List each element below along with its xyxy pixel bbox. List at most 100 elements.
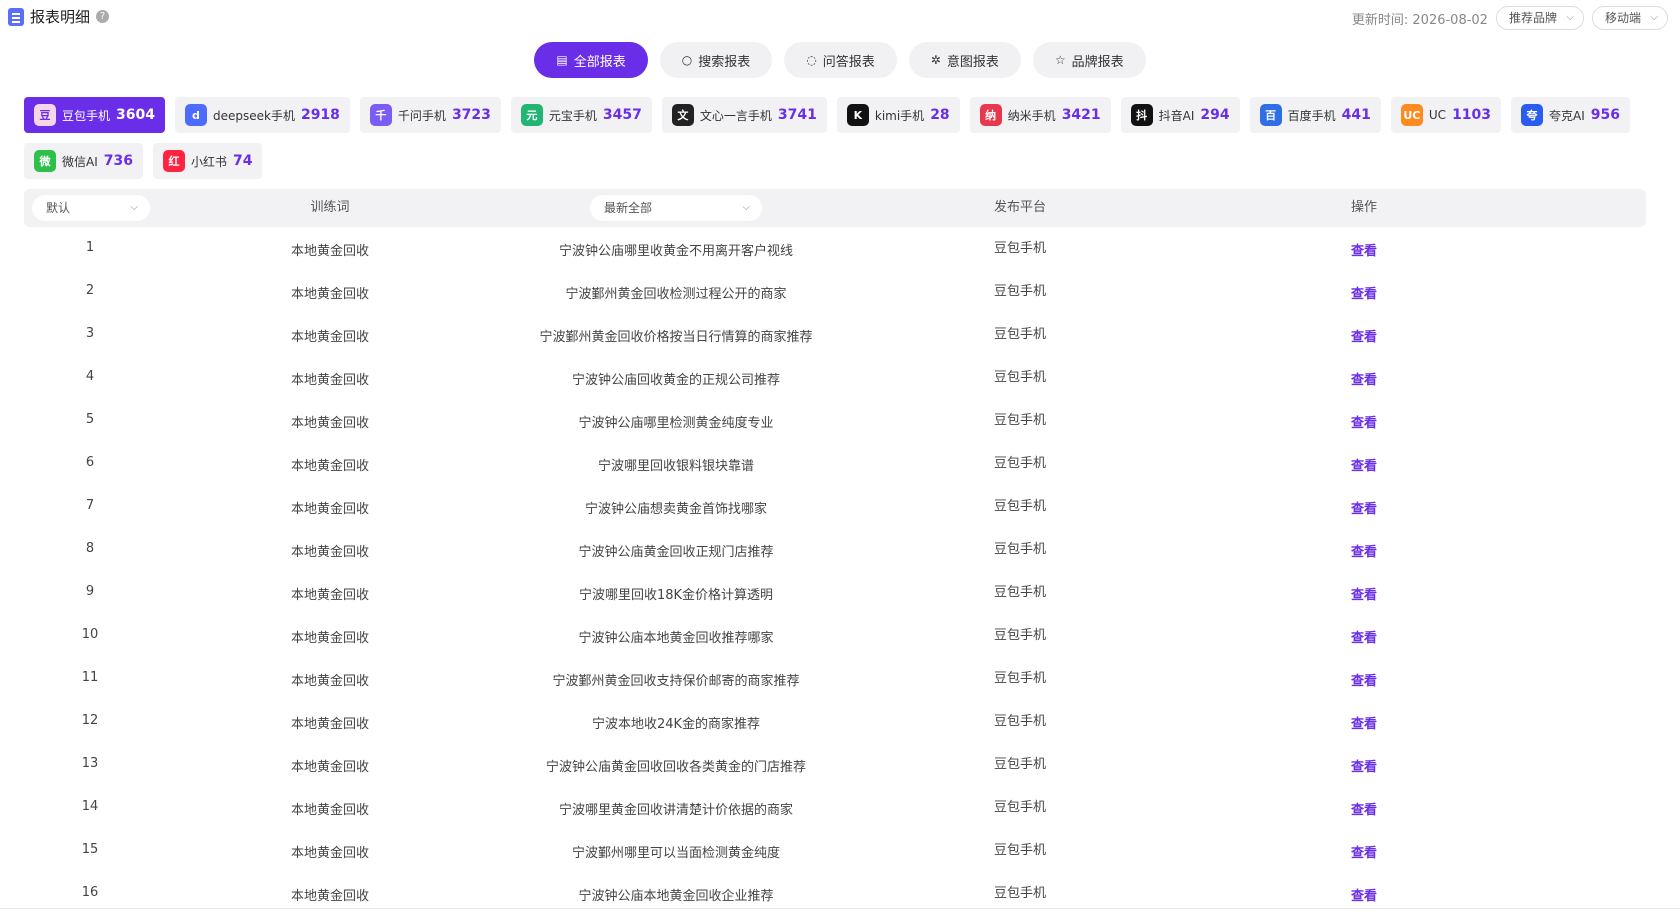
report-doc-icon [8, 7, 24, 26]
question-filter-select[interactable]: 最新全部 ⌵ [590, 195, 762, 221]
platform-chip[interactable]: 夸夸克AI 956 [1511, 97, 1631, 133]
platform-name: 千问手机 [397, 108, 446, 123]
view-link[interactable]: 查看 [1351, 240, 1377, 259]
sort-select[interactable]: 默认 ⌵ [32, 195, 150, 221]
row-platform: 豆包手机 [993, 714, 1047, 729]
row-question: 宁波本地收24K金的商家推荐 [591, 717, 761, 732]
table-row: 6 本地黄金回收 宁波哪里回收银料银块靠谱 豆包手机 查看 [24, 442, 1646, 485]
tab-label: 品牌报表 [1071, 54, 1124, 70]
view-link[interactable]: 查看 [1351, 326, 1377, 345]
search-icon: ○ [681, 53, 693, 67]
platform-logo-icon: K [846, 104, 869, 126]
row-question: 宁波钟公庙本地黄金回收企业推荐 [578, 889, 774, 904]
view-link[interactable]: 查看 [1351, 756, 1377, 775]
view-link[interactable]: 查看 [1351, 713, 1377, 732]
row-question: 宁波钟公庙黄金回收正规门店推荐 [578, 545, 774, 560]
platform-count: 2918 [300, 107, 340, 123]
platform-chip[interactable]: 千千问手机 3723 [359, 97, 501, 133]
view-link[interactable]: 查看 [1351, 670, 1377, 689]
view-link[interactable]: 查看 [1351, 369, 1377, 388]
view-link[interactable]: 查看 [1351, 455, 1377, 474]
tab-star[interactable]: ☆ 品牌报表 [1032, 42, 1146, 78]
platform-count: 3741 [777, 107, 817, 123]
row-platform: 豆包手机 [993, 671, 1047, 686]
row-platform: 豆包手机 [993, 628, 1047, 643]
table-row: 4 本地黄金回收 宁波钟公庙回收黄金的正规公司推荐 豆包手机 查看 [24, 356, 1646, 399]
platform-logo-icon: 豆 [34, 104, 56, 126]
tab-sparkle[interactable]: ✲ 意图报表 [908, 42, 1021, 78]
brand-select[interactable]: 推荐品牌 ⌵ [1495, 6, 1584, 30]
platform-chip[interactable]: 微微信AI 736 [24, 143, 143, 179]
platform-count: 1103 [1452, 107, 1492, 123]
tab-doc[interactable]: ▤ 全部报表 [534, 42, 648, 78]
view-link[interactable]: 查看 [1351, 799, 1377, 818]
platform-filter: 豆豆包手机 3604 d deepseek手机 2918 千千问手机 3723 元元宝手机 34… [24, 97, 1644, 179]
row-platform: 豆包手机 [993, 370, 1047, 385]
platform-count: 74 [233, 153, 253, 169]
platform-count: 3421 [1061, 107, 1101, 123]
chevron-down-icon: ⌵ [742, 202, 750, 213]
platform-logo-icon: 元 [520, 104, 543, 126]
view-link[interactable]: 查看 [1351, 842, 1377, 861]
platform-chip[interactable]: 抖抖音AI 294 [1120, 97, 1240, 133]
row-keyword: 本地黄金回收 [290, 545, 370, 560]
row-index: 15 [81, 842, 99, 857]
platform-chip[interactable]: Kkimi手机 28 [836, 97, 960, 133]
view-link[interactable]: 查看 [1351, 541, 1377, 560]
device-select[interactable]: 移动端 ⌵ [1591, 6, 1668, 30]
platform-chip[interactable]: 文文心一言手机 3741 [661, 97, 827, 133]
platform-chip[interactable]: 元元宝手机 3457 [510, 97, 652, 133]
platform-name: 抖音AI [1158, 108, 1195, 123]
view-link[interactable]: 查看 [1351, 885, 1377, 904]
row-question: 宁波钟公庙黄金回收回收各类黄金的门店推荐 [545, 760, 807, 775]
table-row: 13 本地黄金回收 宁波钟公庙黄金回收回收各类黄金的门店推荐 豆包手机 查看 [24, 743, 1646, 786]
platform-logo-icon: 文 [671, 104, 694, 126]
row-question: 宁波鄞州黄金回收价格按当日行情算的商家推荐 [539, 330, 813, 345]
row-platform: 豆包手机 [993, 413, 1047, 428]
platform-chip[interactable]: 红小红书 74 [152, 143, 263, 179]
platform-chip[interactable]: 豆豆包手机 3604 [24, 97, 165, 133]
row-keyword: 本地黄金回收 [290, 330, 370, 345]
view-link[interactable]: 查看 [1351, 283, 1377, 302]
view-link[interactable]: 查看 [1351, 584, 1377, 603]
row-question: 宁波钟公庙回收黄金的正规公司推荐 [571, 373, 781, 388]
view-link[interactable]: 查看 [1351, 498, 1377, 517]
view-link[interactable]: 查看 [1351, 627, 1377, 646]
row-platform: 豆包手机 [993, 886, 1047, 901]
platform-logo-icon: 夸 [1521, 104, 1544, 126]
doc-icon: ▤ [556, 53, 568, 67]
top-bar: 报表明细 ? 更新时间: 2026-08-02 推荐品牌 ⌵ 移动端 ⌵ [0, 0, 1680, 34]
tab-label: 问答报表 [822, 54, 875, 70]
row-index: 5 [85, 412, 95, 427]
row-index: 9 [85, 584, 95, 599]
platform-chip[interactable]: 纳纳米手机 3421 [969, 97, 1111, 133]
row-keyword: 本地黄金回收 [290, 803, 370, 818]
tab-chat[interactable]: ◌ 问答报表 [784, 42, 897, 78]
platform-logo-icon: d [184, 104, 207, 126]
row-keyword: 本地黄金回收 [290, 244, 370, 259]
row-keyword: 本地黄金回收 [290, 588, 370, 603]
star-icon: ☆ [1054, 53, 1066, 67]
row-keyword: 本地黄金回收 [290, 760, 370, 775]
view-link[interactable]: 查看 [1351, 412, 1377, 431]
platform-chip[interactable]: d deepseek手机 2918 [174, 97, 350, 133]
table-row: 1 本地黄金回收 宁波钟公庙哪里收黄金不用离开客户视线 豆包手机 查看 [24, 227, 1646, 270]
row-keyword: 本地黄金回收 [290, 674, 370, 689]
row-index: 8 [85, 541, 95, 556]
row-platform: 豆包手机 [993, 585, 1047, 600]
platform-chip[interactable]: 百百度手机 441 [1249, 97, 1381, 133]
row-keyword: 本地黄金回收 [290, 373, 370, 388]
tab-search[interactable]: ○ 搜索报表 [659, 42, 773, 78]
table-body: 1 本地黄金回收 宁波钟公庙哪里收黄金不用离开客户视线 豆包手机 查看 2 本地黄金回收 宁波… [24, 227, 1646, 915]
platform-logo-icon: 抖 [1130, 104, 1153, 126]
row-index: 13 [81, 756, 99, 771]
platform-name: 百度手机 [1287, 108, 1336, 123]
row-question: 宁波钟公庙想卖黄金首饰找哪家 [584, 502, 768, 517]
chevron-down-icon: ⌵ [1566, 12, 1574, 23]
table-row: 3 本地黄金回收 宁波鄞州黄金回收价格按当日行情算的商家推荐 豆包手机 查看 [24, 313, 1646, 356]
platform-chip[interactable]: UC UC 1103 [1390, 97, 1502, 133]
row-index: 7 [85, 498, 95, 513]
row-index: 6 [85, 455, 95, 470]
help-icon[interactable]: ? [96, 10, 110, 23]
platform-name: 微信AI [62, 154, 98, 169]
